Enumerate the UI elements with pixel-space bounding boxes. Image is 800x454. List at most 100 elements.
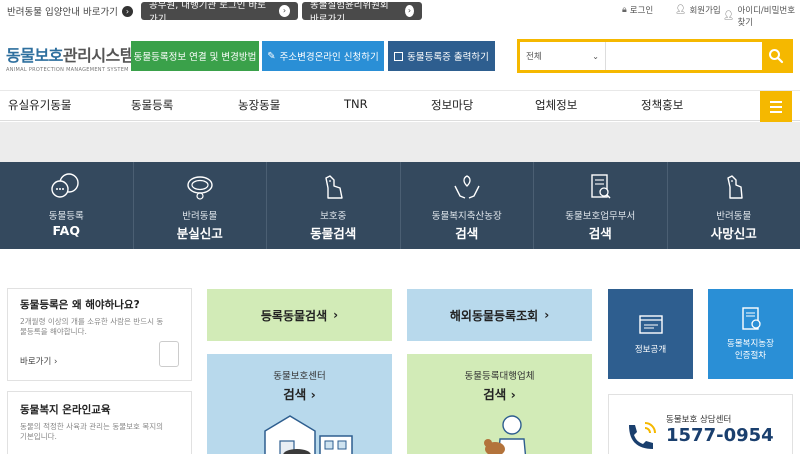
chevron-right-icon: › (333, 308, 339, 322)
nav-item-info[interactable]: 정보마당 (431, 97, 473, 113)
stamp-icon (159, 341, 179, 367)
address-change-label: 주소변경온라인 신청하기 (279, 52, 379, 63)
protection-center-label-bottom: 검색 › (283, 387, 316, 402)
certificate-document-icon (741, 307, 761, 330)
sitting-dog-icon (727, 175, 743, 199)
arrow-right-icon: › (121, 5, 133, 17)
chevron-down-icon: ⌄ (592, 51, 599, 61)
menu-button[interactable] (760, 91, 792, 122)
registration-agency-search-button[interactable]: 동물등록대행업체 검색 › (407, 354, 592, 454)
ethics-committee-button[interactable]: 동물실험윤리위원회 바로가기 › (302, 0, 422, 25)
user-icon: 👤︎ (675, 5, 687, 15)
welfare-farm-certification-button[interactable]: 동물복지농장 인증절차 (708, 289, 793, 379)
quick-label-bottom: FAQ (52, 223, 80, 238)
quick-label-top: 동물복지축산농장 (431, 211, 502, 222)
phone-icon (629, 422, 656, 449)
chevron-right-icon: › (278, 5, 290, 17)
certificate-icon (394, 51, 404, 61)
chevron-right-icon: › (404, 5, 414, 17)
shelter-illustration-icon (263, 415, 353, 454)
registration-agency-label-bottom: 검색 › (483, 387, 516, 402)
education-card[interactable]: 동물복지 온라인교육 동물의 적정한 사육과 관리는 동물보호 복지의 기본입니… (7, 391, 192, 454)
protection-center-search-button[interactable]: 동물보호센터 검색 › (207, 354, 392, 454)
top-utility-bar: 반려동물 입양안내 바로가기 › 공무원, 대행기관 로그인 바로가기 › 동물… (0, 0, 800, 28)
quick-welfare-farm[interactable]: 동물복지축산농장 검색 (401, 162, 534, 249)
print-certificate-label: 동물등록증 출력하기 (407, 52, 489, 63)
registration-agency-search-text: 검색 (483, 387, 507, 402)
document-search-icon (591, 174, 611, 199)
search-box: 전체 ⌄ (517, 39, 793, 73)
logo-text: 동물보호 관리시스템 (6, 42, 135, 66)
overseas-registration-label: 해외동물등록조회 (449, 308, 539, 323)
login-label: 로그인 (629, 6, 654, 16)
registration-agency-label-top: 동물등록대행업체 (464, 371, 535, 382)
info-disclosure-button[interactable]: 정보공개 (608, 289, 693, 379)
call-center-card: 동물보호 상담센터 1577-0954 (608, 394, 793, 454)
education-title: 동물복지 온라인교육 (20, 404, 111, 416)
quick-label-bottom: 검색 (588, 226, 612, 241)
nav-item-policy[interactable]: 정책홍보 (641, 97, 683, 113)
menu-icon-bar (770, 105, 782, 108)
join-label: 회원가입 (689, 6, 721, 16)
quick-label-top: 반려동물 (182, 211, 218, 222)
chevron-right-icon: › (544, 308, 550, 322)
dog-icon (325, 175, 343, 199)
call-center-label: 동물보호 상담센터 (666, 415, 732, 425)
nav-item-companies[interactable]: 업체정보 (535, 97, 577, 113)
protection-center-label-top: 동물보호센터 (273, 371, 326, 382)
pencil-icon: ✎ (267, 50, 276, 62)
welfare-farm-label-top: 동물복지농장 (727, 339, 774, 349)
official-login-button[interactable]: 공무원, 대행기관 로그인 바로가기 › (141, 0, 298, 25)
search-category-select[interactable]: 전체 ⌄ (520, 42, 606, 70)
registered-animal-search-button[interactable]: 등록동물검색 › (207, 289, 392, 341)
quick-faq[interactable]: 동물등록 FAQ (0, 162, 134, 249)
search-button[interactable] (762, 42, 790, 70)
search-category-value: 전체 (526, 52, 542, 62)
quick-label-top: 반려동물 (716, 211, 752, 222)
info-disclosure-label: 정보공개 (634, 345, 667, 355)
quick-label-bottom: 사망신고 (710, 226, 757, 241)
nav-item-tnr[interactable]: TNR (344, 97, 368, 111)
address-change-button[interactable]: ✎ 주소변경온라인 신청하기 (262, 41, 384, 71)
registration-info-button[interactable]: 동물등록정보 연결 및 변경방법 (131, 41, 259, 71)
quick-death-report[interactable]: 반려동물 사망신고 (668, 162, 800, 249)
quick-protected-search[interactable]: 보호중 동물검색 (267, 162, 401, 249)
nav-item-farm-animals[interactable]: 농장동물 (238, 97, 280, 113)
main-nav: 유실유기동물 동물등록 농장동물 TNR 정보마당 업체정보 정책홍보 (0, 90, 800, 122)
lock-icon: 🔒︎ (622, 5, 627, 15)
why-register-link[interactable]: 바로가기 › (20, 355, 179, 367)
why-register-title: 동물등록은 왜 해야하나요? (20, 299, 140, 311)
call-center-number[interactable]: 1577-0954 (666, 425, 774, 446)
menu-icon (770, 100, 782, 103)
quick-label-top: 보호중 (320, 211, 347, 222)
hands-plant-icon (454, 175, 480, 199)
search-input[interactable] (606, 42, 762, 70)
quick-label-top: 동물보호업무부서 (565, 211, 636, 222)
welfare-farm-label: 동물복지농장 인증절차 (727, 337, 774, 361)
chevron-right-icon: › (53, 357, 58, 367)
quick-lost-report[interactable]: 반려동물 분실신고 (134, 162, 267, 249)
quick-label-top: 동물등록 (48, 211, 84, 222)
nav-item-lost-animals[interactable]: 유실유기동물 (8, 97, 71, 113)
collar-icon (187, 176, 213, 200)
quick-department-search[interactable]: 동물보호업무부서 검색 (534, 162, 668, 249)
vet-illustration-icon (483, 415, 526, 454)
adoption-guide-link[interactable]: 반려동물 입양안내 바로가기 › (7, 4, 133, 18)
user-icon: 👤︎ (723, 11, 735, 21)
site-logo[interactable]: 동물보호 관리시스템 ANIMAL PROTECTION MANAGEMENT … (6, 42, 135, 73)
why-register-link-label: 바로가기 (20, 357, 52, 367)
logo-subtitle: ANIMAL PROTECTION MANAGEMENT SYSTEM (6, 67, 129, 73)
quick-label-bottom: 검색 (455, 226, 479, 241)
join-link[interactable]: 👤︎ 회원가입 (675, 4, 721, 16)
overseas-registration-button[interactable]: 해외동물등록조회 › (407, 289, 592, 341)
why-register-desc: 2개월령 이상의 개를 소유한 사람은 반드시 동물등록을 해야합니다. (20, 317, 164, 336)
why-register-card: 동물등록은 왜 해야하나요? 2개월령 이상의 개를 소유한 사람은 반드시 동… (7, 288, 192, 381)
registration-info-label: 동물등록정보 연결 및 변경방법 (133, 52, 257, 63)
login-link[interactable]: 🔒︎ 로그인 (622, 4, 653, 16)
search-icon (769, 49, 784, 64)
banner-strip (0, 122, 800, 162)
nav-item-registration[interactable]: 동물등록 (131, 97, 173, 113)
quick-label-bottom: 분실신고 (176, 226, 223, 241)
print-certificate-button[interactable]: 동물등록증 출력하기 (388, 41, 495, 71)
browser-window-icon (638, 315, 663, 334)
